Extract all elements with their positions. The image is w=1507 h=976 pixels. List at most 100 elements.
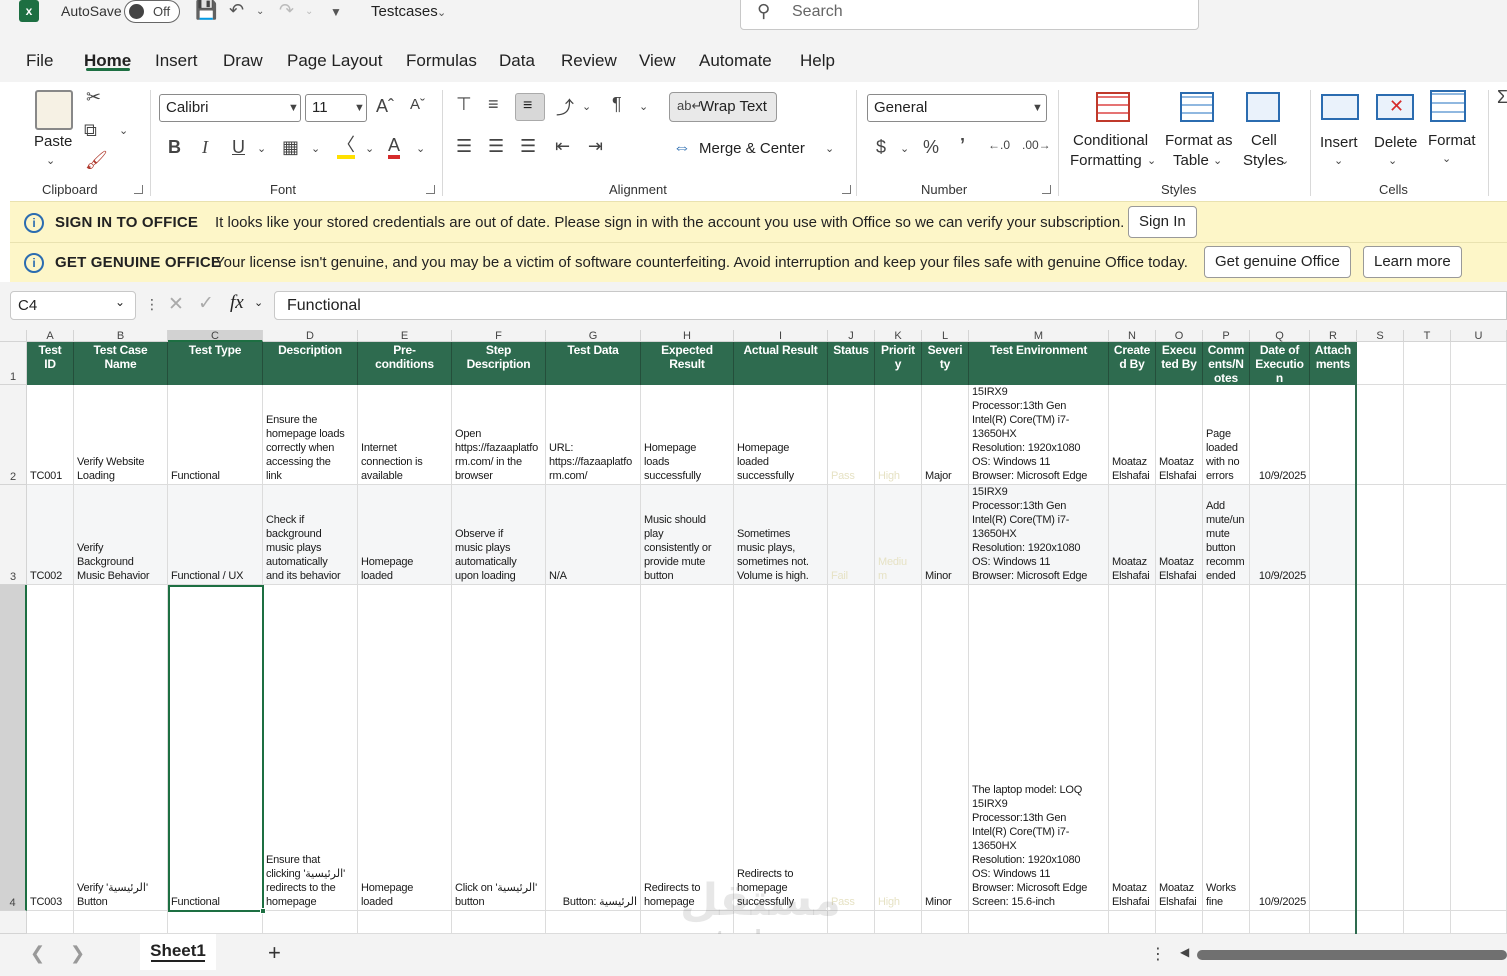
table-cell[interactable]: Verify 'الرئيسية' Button: [74, 585, 168, 911]
table-cell[interactable]: N/A: [546, 485, 641, 585]
empty-cell[interactable]: [641, 911, 734, 934]
empty-cell[interactable]: [828, 911, 875, 934]
table-cell[interactable]: Major: [922, 385, 969, 485]
table-cell[interactable]: 10/9/2025: [1250, 585, 1310, 911]
merge-center-button[interactable]: Merge & Center: [699, 140, 805, 157]
empty-cell[interactable]: [1451, 585, 1507, 911]
spreadsheet-grid[interactable]: ABCDEFGHIJKLMNOPQRSTU 1 2 3 4 Test ID Test C…: [0, 330, 1507, 934]
column-header[interactable]: H: [641, 330, 734, 342]
table-header-cell[interactable]: Pre- conditions: [358, 342, 452, 385]
sheet-tab-sheet1[interactable]: Sheet1: [140, 934, 216, 970]
more-options-icon[interactable]: ⋮: [145, 296, 159, 313]
table-cell[interactable]: [1310, 485, 1357, 585]
table-cell[interactable]: Works fine: [1203, 585, 1250, 911]
copy-dropdown-icon[interactable]: ⌄: [119, 124, 128, 137]
cell-styles-label2[interactable]: Styles: [1243, 152, 1284, 169]
insert-cells-button[interactable]: Insert: [1320, 134, 1358, 151]
empty-cell[interactable]: [546, 911, 641, 934]
conditional-formatting-button[interactable]: Conditional: [1073, 132, 1148, 149]
table-cell[interactable]: Functional: [168, 585, 263, 911]
tab-help[interactable]: Help: [800, 51, 835, 71]
table-header-cell[interactable]: Severi ty: [922, 342, 969, 385]
currency-dropdown-icon[interactable]: ⌄: [900, 142, 909, 155]
table-cell[interactable]: Moataz Elshafai: [1156, 585, 1203, 911]
chevron-down-icon[interactable]: ⌄: [1388, 154, 1397, 167]
table-cell[interactable]: Open https://fazaaplatfo rm.com/ in the …: [452, 385, 546, 485]
table-cell[interactable]: Moataz Elshafai: [1156, 385, 1203, 485]
tab-draw[interactable]: Draw: [223, 51, 263, 71]
autosave-toggle[interactable]: Off: [124, 0, 180, 23]
borders-dropdown-icon[interactable]: ⌄: [311, 142, 320, 155]
cell-styles-icon[interactable]: [1246, 92, 1280, 122]
row-header[interactable]: 2: [0, 385, 27, 485]
column-header[interactable]: I: [734, 330, 828, 342]
empty-cell[interactable]: [1250, 911, 1310, 934]
table-cell[interactable]: Moataz Elshafai: [1109, 485, 1156, 585]
tab-file[interactable]: File: [26, 51, 53, 71]
column-header[interactable]: U: [1451, 330, 1507, 342]
more-options-icon[interactable]: ⋮: [1150, 944, 1166, 964]
table-header-cell[interactable]: Actual Result: [734, 342, 828, 385]
table-cell[interactable]: Button: الرئيسية: [546, 585, 641, 911]
table-cell[interactable]: 10/9/2025: [1250, 485, 1310, 585]
column-header[interactable]: N: [1109, 330, 1156, 342]
column-header[interactable]: M: [969, 330, 1109, 342]
column-header[interactable]: C: [168, 330, 263, 342]
table-cell[interactable]: Functional / UX: [168, 485, 263, 585]
table-cell[interactable]: 10/9/2025: [1250, 385, 1310, 485]
column-header[interactable]: L: [922, 330, 969, 342]
italic-button[interactable]: I: [202, 137, 208, 158]
table-header-cell[interactable]: Expected Result: [641, 342, 734, 385]
table-cell[interactable]: The laptop model: LOQ 15IRX9 Processor:1…: [969, 585, 1109, 911]
chevron-down-icon[interactable]: ⌄: [1280, 154, 1289, 167]
insert-function-icon[interactable]: fx: [230, 292, 244, 314]
empty-cell[interactable]: [27, 911, 74, 934]
empty-cell[interactable]: [1404, 342, 1451, 385]
tab-automate[interactable]: Automate: [699, 51, 772, 71]
table-cell[interactable]: Ensure the homepage loads correctly when…: [263, 385, 358, 485]
table-cell[interactable]: Minor: [922, 585, 969, 911]
empty-cell[interactable]: [1451, 485, 1507, 585]
delete-cells-button[interactable]: Delete: [1374, 134, 1417, 151]
column-header[interactable]: R: [1310, 330, 1357, 342]
chevron-down-icon[interactable]: ⌄: [1442, 152, 1451, 165]
column-header[interactable]: G: [546, 330, 641, 342]
empty-cell[interactable]: [1357, 342, 1404, 385]
currency-icon[interactable]: $: [876, 137, 886, 158]
table-cell[interactable]: Moataz Elshafai: [1156, 485, 1203, 585]
sign-in-button[interactable]: Sign In: [1128, 206, 1197, 238]
table-cell[interactable]: Homepage loaded successfully: [734, 385, 828, 485]
row-header[interactable]: 3: [0, 485, 27, 585]
conditional-formatting-icon[interactable]: [1096, 92, 1130, 122]
table-cell[interactable]: Homepage loaded: [358, 585, 452, 911]
row-header[interactable]: [0, 911, 27, 934]
empty-cell[interactable]: [1203, 911, 1250, 934]
format-as-table-button[interactable]: Format as: [1165, 132, 1233, 149]
orientation-icon[interactable]: ⤴: [556, 94, 574, 120]
empty-cell[interactable]: [1404, 911, 1451, 934]
table-cell[interactable]: Pass: [828, 385, 875, 485]
row-header[interactable]: 1: [0, 342, 27, 385]
wrap-text-button[interactable]: ab↵ Wrap Text: [669, 92, 777, 122]
undo-dropdown-icon[interactable]: ⌄: [256, 6, 264, 17]
clipboard-launcher-icon[interactable]: [134, 185, 143, 194]
table-cell[interactable]: Moataz Elshafai: [1109, 585, 1156, 911]
table-header-cell[interactable]: Test Environment: [969, 342, 1109, 385]
table-header-cell[interactable]: Description: [263, 342, 358, 385]
fill-color-dropdown-icon[interactable]: ⌄: [365, 142, 374, 155]
table-header-cell[interactable]: Date of Executio n: [1250, 342, 1310, 385]
text-direction-dropdown-icon[interactable]: ⌄: [639, 100, 648, 113]
add-sheet-button[interactable]: +: [268, 940, 281, 966]
empty-cell[interactable]: [1451, 342, 1507, 385]
table-cell[interactable]: Verify Website Loading: [74, 385, 168, 485]
table-cell[interactable]: Verify Background Music Behavior: [74, 485, 168, 585]
empty-cell[interactable]: [1404, 485, 1451, 585]
borders-icon[interactable]: ▦: [282, 137, 299, 158]
table-cell[interactable]: Add mute/un mute button recomm ended: [1203, 485, 1250, 585]
table-cell[interactable]: Internet connection is available: [358, 385, 452, 485]
table-header-cell[interactable]: Status: [828, 342, 875, 385]
align-top-icon[interactable]: ⊤: [456, 94, 472, 115]
delete-cells-icon[interactable]: ✕: [1376, 94, 1414, 120]
chevron-down-icon[interactable]: ⌄: [1334, 154, 1343, 167]
row-header[interactable]: 4: [0, 585, 27, 911]
